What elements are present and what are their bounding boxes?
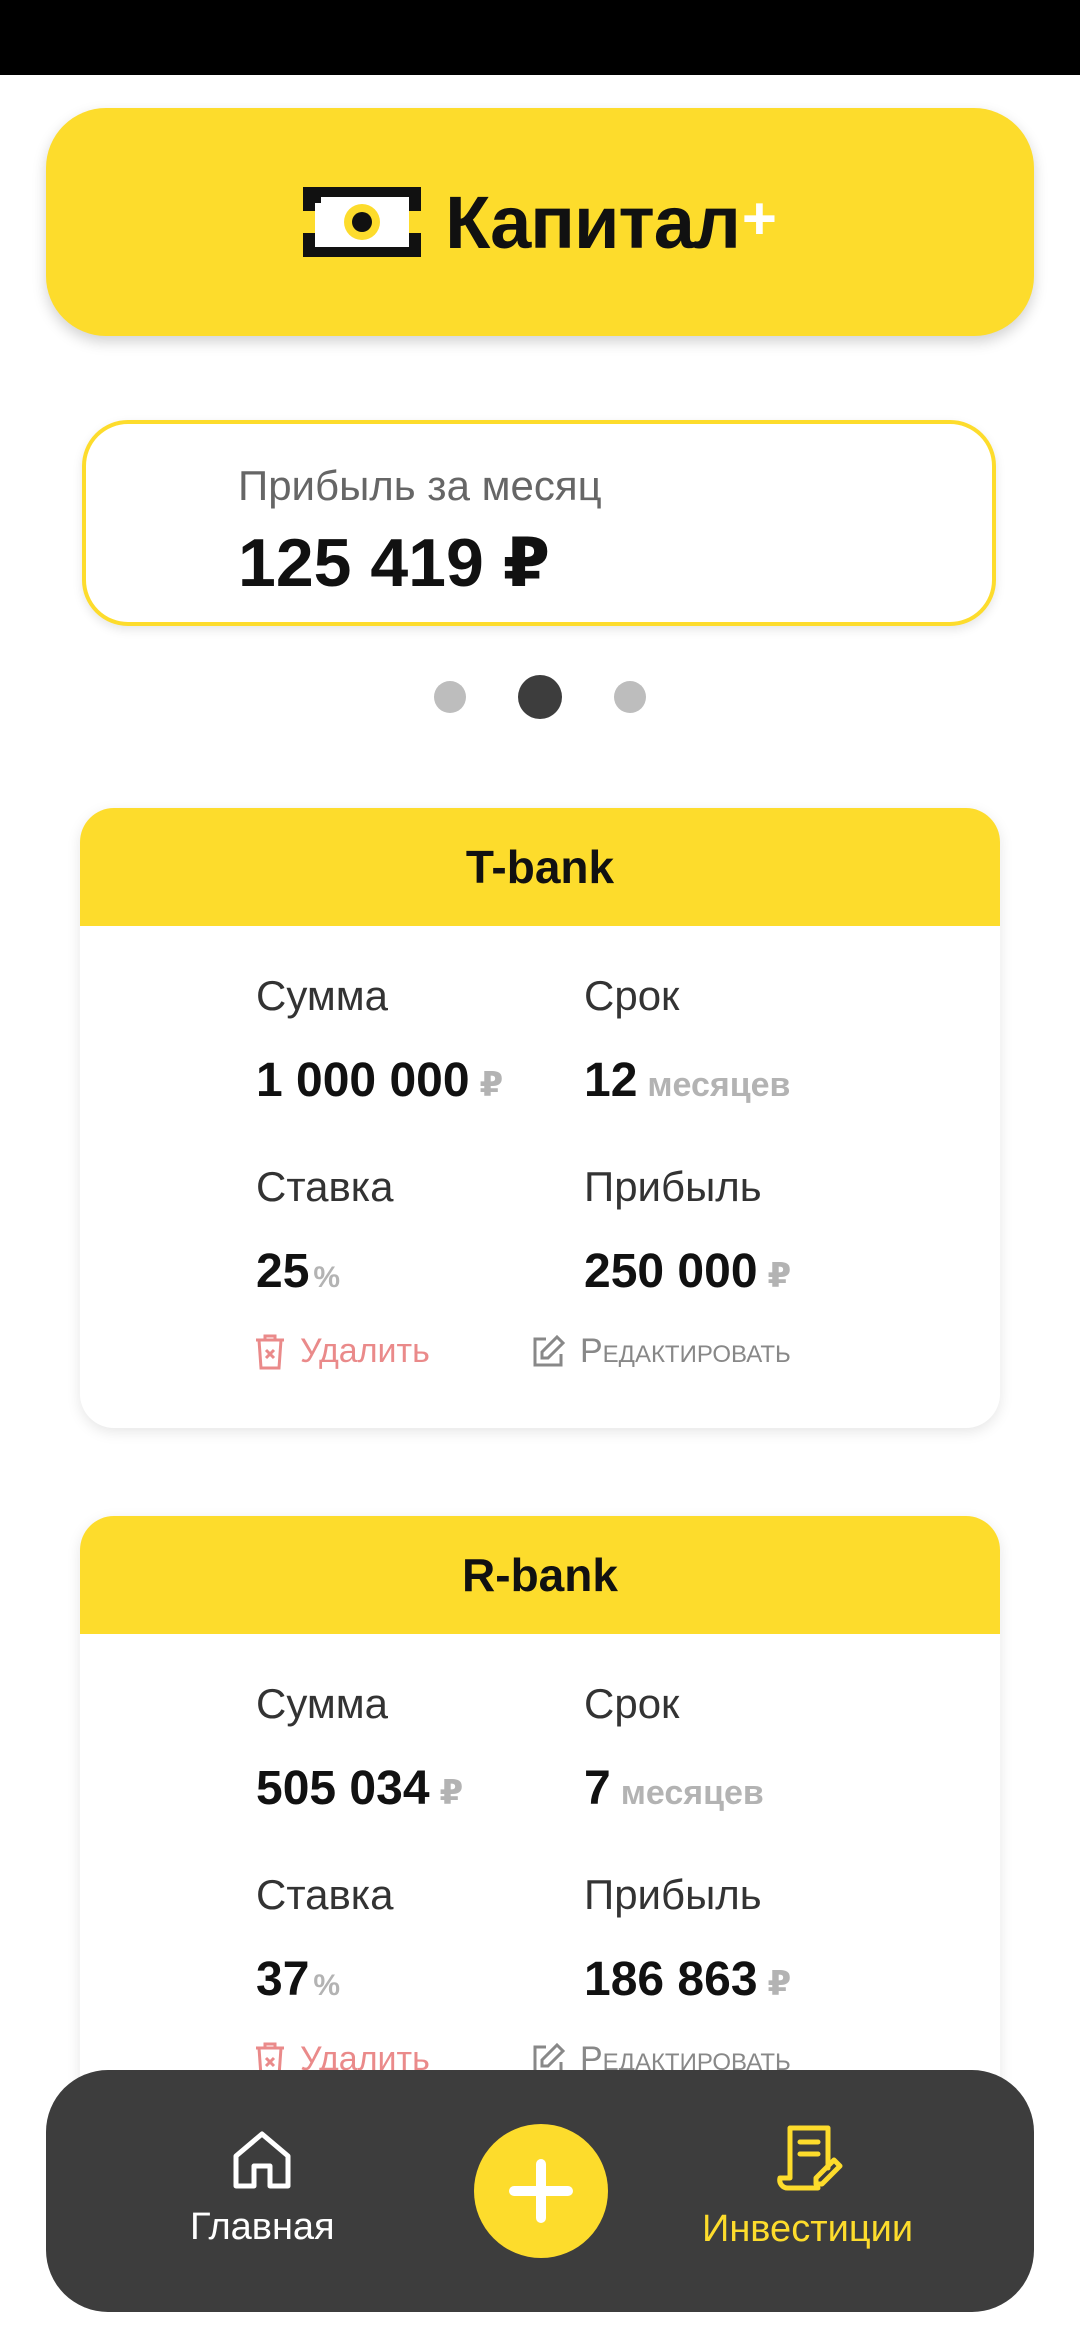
edit-button[interactable]: Редактировать bbox=[530, 1332, 791, 1371]
trash-icon bbox=[256, 1334, 284, 1369]
rate-value: 37% bbox=[256, 1953, 341, 2006]
add-investment-button[interactable] bbox=[474, 2124, 608, 2258]
monthly-profit-card[interactable]: Прибыль за месяц 125 419 ₽ bbox=[82, 420, 996, 626]
home-icon bbox=[233, 2131, 291, 2189]
profit-value: 250 000 ₽ bbox=[584, 1245, 792, 1298]
investment-card[interactable]: R-bank Сумма 505 034 ₽ Срок 7 месяцев Став… bbox=[80, 1516, 1000, 2136]
term-value: 7 месяцев bbox=[584, 1762, 764, 1815]
monthly-profit-value: 125 419 ₽ bbox=[238, 525, 551, 601]
nav-home[interactable]: Главная bbox=[190, 2128, 335, 2249]
monthly-profit-label: Прибыль за месяц bbox=[238, 462, 602, 509]
term-label: Срок bbox=[584, 1680, 680, 1727]
carousel-dot-active[interactable] bbox=[518, 675, 562, 719]
term-value: 12 месяцев bbox=[584, 1054, 791, 1107]
carousel-indicator bbox=[0, 675, 1080, 719]
term-label: Срок bbox=[584, 972, 680, 1019]
rate-value: 25% bbox=[256, 1245, 341, 1298]
banknote-logo-icon bbox=[303, 187, 422, 257]
profit-label: Прибыль bbox=[584, 1871, 762, 1918]
sum-value: 1 000 000 ₽ bbox=[256, 1054, 504, 1107]
rate-label: Ставка bbox=[256, 1871, 394, 1918]
sum-value: 505 034 ₽ bbox=[256, 1762, 464, 1815]
profit-value: 186 863 ₽ bbox=[584, 1953, 792, 2006]
plus-icon bbox=[509, 2159, 573, 2223]
rate-label: Ставка bbox=[256, 1163, 394, 1210]
nav-home-label: Главная bbox=[190, 2206, 335, 2248]
sum-label: Сумма bbox=[256, 972, 388, 1019]
edit-icon bbox=[533, 1334, 566, 1366]
nav-investments-label: Инвестиции bbox=[702, 2208, 914, 2250]
nav-investments[interactable]: Инвестиции bbox=[702, 2122, 913, 2251]
bottom-navigation: Главная Инвестиции bbox=[46, 2070, 1034, 2312]
app-title: Капитал bbox=[445, 180, 741, 264]
delete-button[interactable]: Удалить bbox=[254, 1332, 430, 1371]
app-header: Капитал + bbox=[46, 108, 1034, 336]
bank-name: R-bank bbox=[80, 1516, 1000, 1634]
carousel-dot[interactable] bbox=[614, 681, 646, 713]
status-bar bbox=[0, 0, 1080, 75]
investment-card[interactable]: T-bank Сумма 1 000 000 ₽ Срок 12 месяцев С… bbox=[80, 808, 1000, 1428]
bank-name: T-bank bbox=[80, 808, 1000, 926]
app-logo: Капитал + bbox=[303, 180, 777, 265]
document-edit-icon bbox=[776, 2125, 843, 2191]
sum-label: Сумма bbox=[256, 1680, 388, 1727]
profit-label: Прибыль bbox=[584, 1163, 762, 1210]
app-title-plus: + bbox=[741, 184, 777, 252]
carousel-dot[interactable] bbox=[434, 681, 466, 713]
